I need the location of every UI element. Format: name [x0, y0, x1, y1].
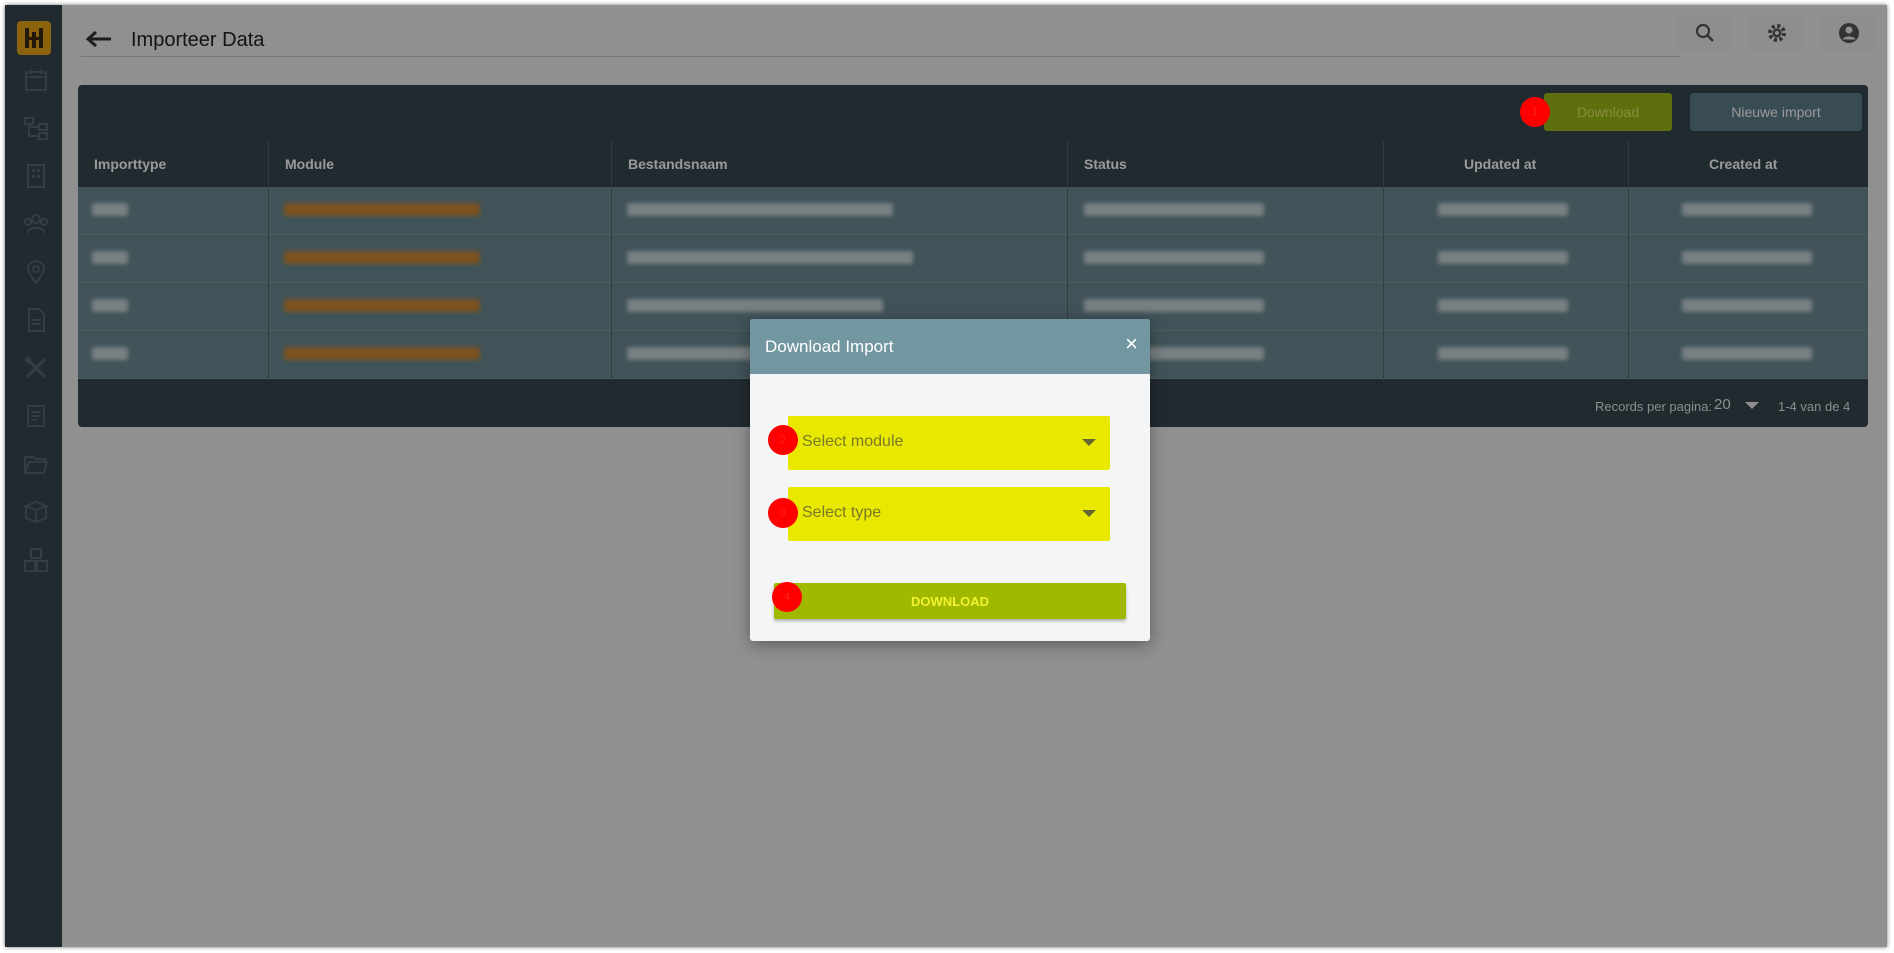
module-select[interactable]: Select module: [788, 416, 1110, 470]
annotation-marker: 2: [768, 425, 798, 455]
annotation-marker: 3: [768, 498, 798, 528]
modal-download-button[interactable]: DOWNLOAD: [774, 583, 1126, 619]
close-icon[interactable]: ×: [1125, 333, 1138, 355]
module-select-placeholder: Select module: [802, 433, 904, 450]
type-select-placeholder: Select type: [802, 504, 882, 521]
app-window: Importeer Data Download Nieuwe import Im…: [5, 5, 1887, 947]
modal-header: Download Import ×: [750, 319, 1150, 374]
chevron-down-icon: [1082, 439, 1096, 446]
type-select[interactable]: Select type: [788, 487, 1110, 541]
modal-title: Download Import: [765, 337, 894, 356]
chevron-down-icon: [1082, 510, 1096, 517]
annotation-marker: 4: [772, 582, 802, 612]
annotation-marker: 1: [1520, 97, 1550, 127]
download-import-modal: Download Import × Select module Select t…: [750, 319, 1150, 641]
